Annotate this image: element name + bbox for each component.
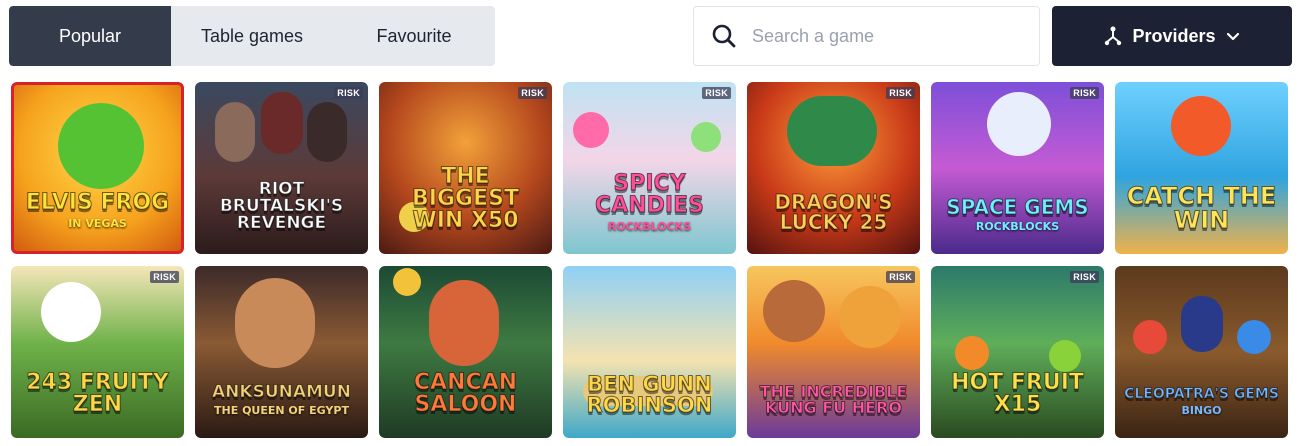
- game-title: CATCH THE WIN: [1126, 182, 1277, 234]
- game-title: HOT FRUIT X15: [951, 370, 1085, 417]
- providers-label: Providers: [1132, 25, 1216, 46]
- category-tabs: Popular Table games Favourite: [9, 6, 495, 66]
- providers-button[interactable]: Providers: [1052, 6, 1292, 66]
- game-card-spicy-candies[interactable]: RISK SPICY CANDIES ROCKBLOCKS: [563, 82, 736, 254]
- risk-badge: RISK: [1070, 87, 1099, 99]
- risk-badge: RISK: [702, 87, 731, 99]
- risk-badge: RISK: [1070, 271, 1099, 283]
- game-title: 243 FRUITY ZEN: [26, 370, 170, 417]
- game-card-ben-gunn-robinson[interactable]: BEN GUNN ROBINSON: [563, 266, 736, 438]
- game-title: BEN GUNN ROBINSON: [586, 372, 713, 417]
- game-card-space-gems[interactable]: RISK SPACE GEMS ROCKBLOCKS: [931, 82, 1104, 254]
- games-grid: ELVIS FROG IN VEGAS RISK RIOT BRUTALSKI'S…: [11, 82, 1288, 438]
- game-card-243-fruity-zen[interactable]: RISK 243 FRUITY ZEN: [11, 266, 184, 438]
- game-subtitle: BINGO: [1181, 404, 1222, 417]
- game-card-anksunamun[interactable]: ANKSUNAMUN THE QUEEN OF EGYPT: [195, 266, 368, 438]
- game-title: THE BIGGEST WIN X50: [412, 164, 520, 233]
- game-title: THE INCREDIBLE KUNG FU HERO: [759, 382, 908, 417]
- game-subtitle: THE QUEEN OF EGYPT: [214, 404, 349, 417]
- game-subtitle: ROCKBLOCKS: [607, 220, 692, 233]
- chevron-down-icon: [1226, 26, 1240, 47]
- game-card-dragons-lucky[interactable]: RISK DRAGON'S LUCKY 25: [747, 82, 920, 254]
- risk-badge: RISK: [334, 87, 363, 99]
- game-subtitle: IN VEGAS: [68, 217, 127, 230]
- tab-favourite[interactable]: Favourite: [333, 6, 495, 66]
- game-title: CANCAN SALOON: [413, 370, 518, 417]
- game-card-riot[interactable]: RISK RIOT BRUTALSKI'S REVENGE: [195, 82, 368, 254]
- search-icon[interactable]: [710, 22, 738, 50]
- risk-badge: RISK: [150, 271, 179, 283]
- search-input[interactable]: [752, 25, 1012, 47]
- risk-badge: RISK: [886, 271, 915, 283]
- game-card-elvis-frog[interactable]: ELVIS FROG IN VEGAS: [11, 82, 184, 254]
- game-card-cancan-saloon[interactable]: CANCAN SALOON: [379, 266, 552, 438]
- game-card-kung-fu-hero[interactable]: RISK THE INCREDIBLE KUNG FU HERO: [747, 266, 920, 438]
- risk-badge: RISK: [886, 87, 915, 99]
- game-title: ELVIS FROG: [25, 190, 170, 215]
- game-title: SPICY CANDIES: [595, 171, 705, 218]
- game-title: RIOT BRUTALSKI'S REVENGE: [219, 179, 344, 233]
- search-box[interactable]: [693, 6, 1040, 66]
- game-card-hot-fruit[interactable]: RISK HOT FRUIT X15: [931, 266, 1104, 438]
- game-card-catch-the-win[interactable]: CATCH THE WIN: [1115, 82, 1288, 254]
- tab-table-games[interactable]: Table games: [171, 6, 333, 66]
- game-title: DRAGON'S LUCKY 25: [774, 190, 893, 234]
- risk-badge: RISK: [518, 87, 547, 99]
- game-title: SPACE GEMS: [946, 195, 1089, 219]
- game-title: CLEOPATRA'S GEMS: [1124, 386, 1280, 402]
- game-card-biggest-win[interactable]: RISK THE BIGGEST WIN X50: [379, 82, 552, 254]
- game-card-cleopatras-gems[interactable]: CLEOPATRA'S GEMS BINGO: [1115, 266, 1288, 438]
- game-title: ANKSUNAMUN: [212, 382, 352, 402]
- tab-popular[interactable]: Popular: [9, 6, 171, 66]
- game-subtitle: ROCKBLOCKS: [975, 220, 1060, 233]
- providers-icon: [1104, 25, 1122, 47]
